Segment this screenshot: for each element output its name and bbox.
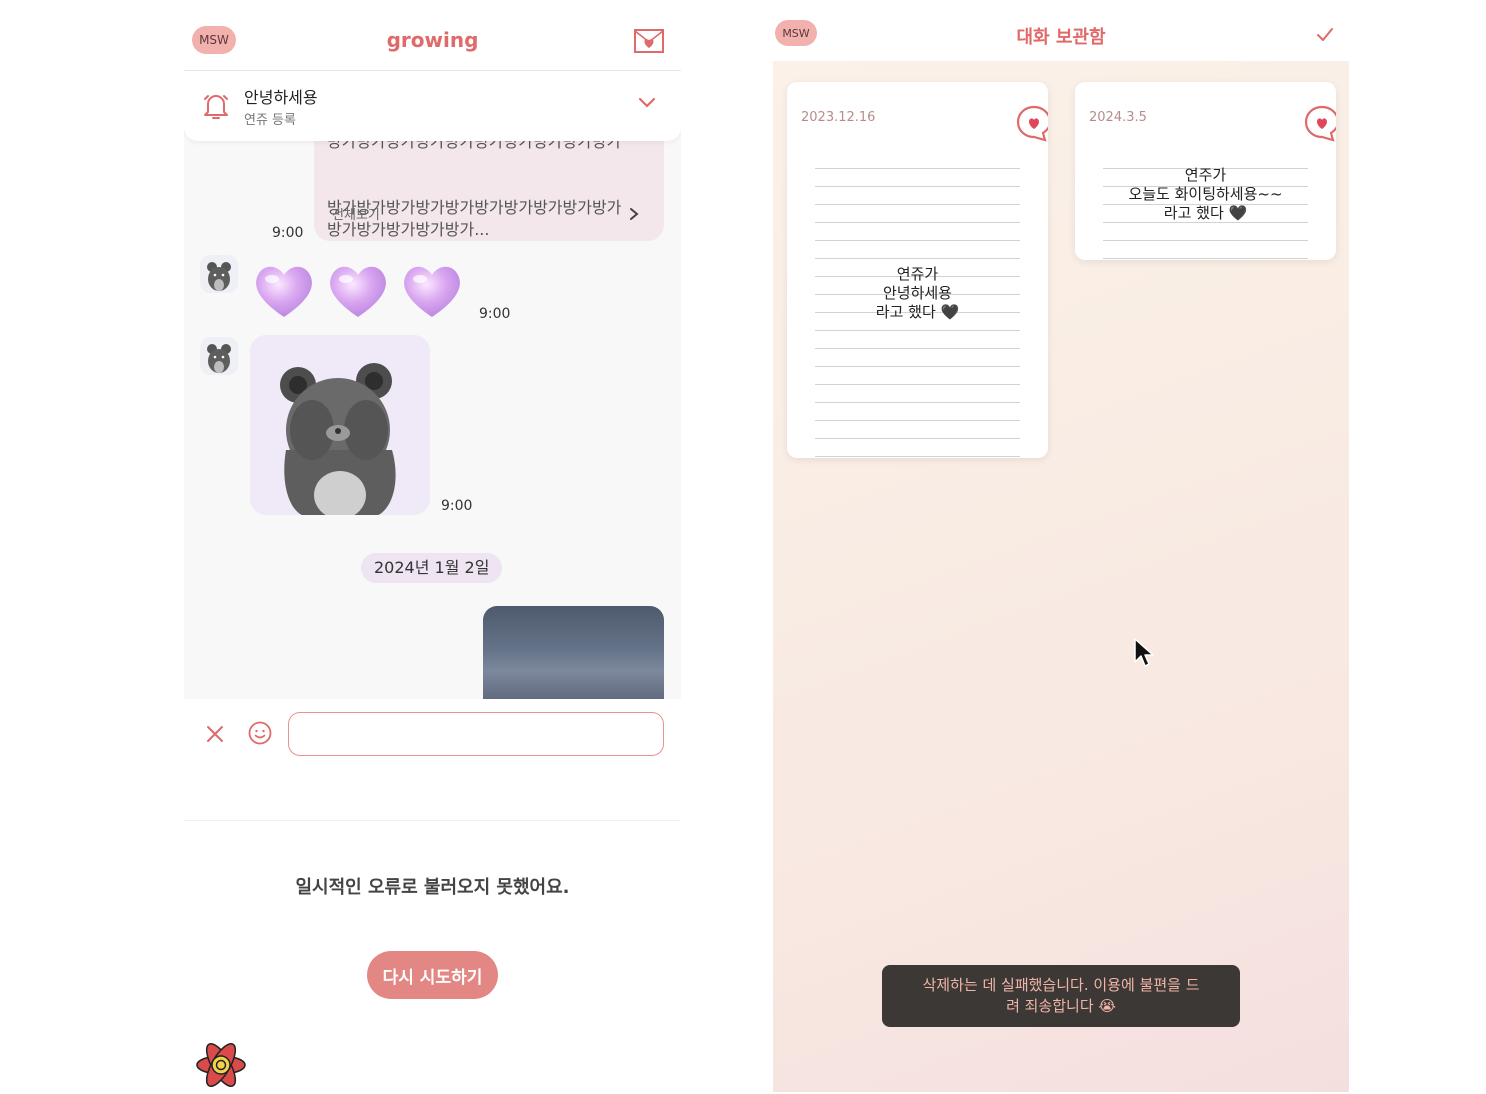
bear-sticker-icon: [280, 363, 396, 515]
check-icon[interactable]: [1316, 27, 1334, 42]
card-date: 2024.3.5: [1089, 110, 1147, 125]
close-icon[interactable]: [206, 725, 224, 743]
bear-avatar-icon: [207, 344, 231, 373]
card-text: 연쥬가 안녕하세용 라고 했다 🖤: [875, 265, 960, 321]
date-divider: 2024년 1월 2일: [361, 553, 503, 583]
message-input[interactable]: [288, 712, 664, 756]
chevron-down-icon[interactable]: [638, 97, 656, 109]
bear-sticker[interactable]: [250, 335, 430, 515]
archive-card[interactable]: 2023.12.16 연쥬가 안녕하세용 라고 했다 🖤: [787, 82, 1048, 458]
archive-card[interactable]: 2024.3.5 연주가 오늘도 화이팅하세용~~ 라고 했다 🖤: [1075, 82, 1336, 260]
archive-board: 2023.12.16 연쥬가 안녕하세용 라고 했다 🖤 2024.3.5 연주…: [773, 61, 1349, 1092]
message-time: 9:00: [479, 306, 511, 322]
app-title: growing: [386, 28, 479, 52]
photo-message[interactable]: [483, 606, 664, 699]
bubble-heart-icon[interactable]: [1015, 104, 1048, 142]
chat-messages[interactable]: 안녕하세용 연쥬 등록 방가방가방가방가방가방가방가방가방가방가 방가방가방가방…: [184, 71, 681, 699]
message-time: 9:00: [272, 225, 304, 241]
heart-emoji-icon: [256, 266, 312, 317]
bell-icon: [204, 95, 228, 119]
cursor-icon: [1134, 638, 1154, 667]
message-time: 9:00: [441, 498, 473, 514]
divider: [184, 820, 681, 821]
heart-emoji-icon: [330, 266, 386, 317]
chevron-right-icon[interactable]: [629, 207, 639, 221]
error-message: 일시적인 오류로 불러오지 못했어요.: [295, 877, 570, 898]
chat-screen: MSW growing 안녕하세용 연쥬 등록 방가방가방가방가방가방가방가방가…: [184, 0, 681, 1094]
error-toast: 삭제하는 데 실패했습니다. 이용에 불편을 드 려 죄송합니다 😭: [882, 965, 1240, 1027]
view-more-link[interactable]: 전체보기: [332, 204, 380, 223]
card-date: 2023.12.16: [801, 110, 876, 125]
avatar[interactable]: [200, 337, 238, 375]
bubble-heart-icon[interactable]: [1303, 104, 1336, 142]
react-icon[interactable]: [194, 1040, 248, 1090]
notice-banner[interactable]: 안녕하세용 연쥬 등록: [184, 71, 681, 141]
smile-icon[interactable]: [248, 721, 272, 745]
retry-button[interactable]: 다시 시도하기: [367, 951, 498, 999]
page-title: 대화 보관함: [1016, 27, 1106, 48]
bear-avatar-icon: [207, 262, 231, 291]
heart-emoji-icon: [404, 266, 460, 317]
notice-subtitle: 연쥬 등록: [244, 113, 296, 128]
card-text: 연주가 오늘도 화이팅하세용~~ 라고 했다 🖤: [1128, 166, 1283, 222]
message-input-row: [184, 699, 681, 769]
archive-screen: MSW 대화 보관함 2023.12.16 연쥬가 안녕하세용 라고 했다 🖤 …: [773, 0, 1349, 1094]
avatar[interactable]: [200, 255, 238, 293]
letter-heart-icon[interactable]: [634, 28, 664, 54]
notice-title: 안녕하세용: [244, 88, 318, 107]
